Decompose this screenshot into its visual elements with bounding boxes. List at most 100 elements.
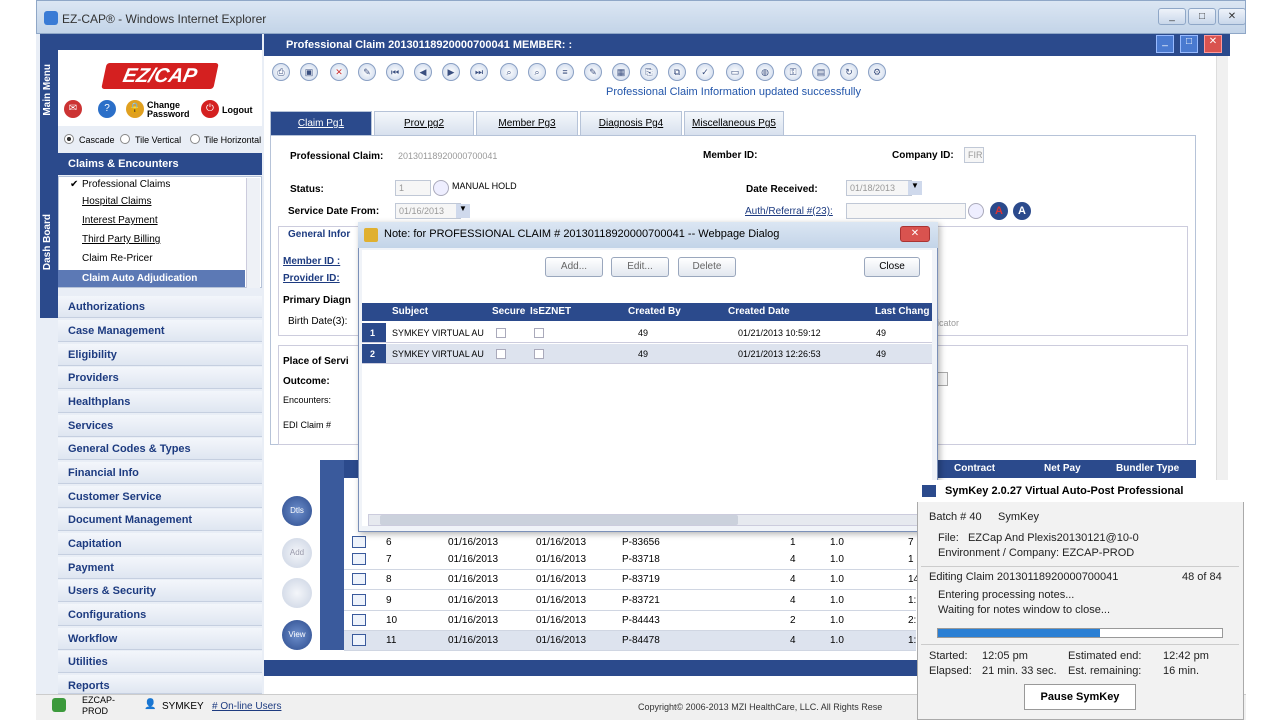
table-row[interactable]: 8 01/16/2013 01/16/2013 P-83719 4 1.0 14 [344,570,919,590]
nav-services[interactable]: Services [58,415,262,437]
notes-icon[interactable]: ✎ [584,63,602,81]
nav-providers[interactable]: Providers [58,367,262,389]
side-tab-strip[interactable]: Main Menu Dash Board [40,34,58,318]
close-window-button[interactable]: ✕ [1218,8,1246,25]
cascade-radio[interactable] [64,134,74,144]
member-id-link[interactable]: Member ID : [283,256,340,267]
auth-referral-link[interactable]: Auth/Referral #(23): [745,206,833,217]
secure-checkbox[interactable] [496,349,506,359]
previous-record-icon[interactable]: ◀ [414,63,432,81]
nav-configurations[interactable]: Configurations [58,604,262,626]
table-row[interactable]: 10 01/16/2013 01/16/2013 P-84443 2 1.0 2: [344,611,916,631]
nav-utilities[interactable]: Utilities [58,651,262,673]
add-note-button[interactable]: Add... [545,257,603,277]
dialog-close-icon[interactable]: ✕ [900,226,930,242]
status-field[interactable]: 1 [395,180,431,196]
table-row[interactable]: 9 01/16/2013 01/16/2013 P-83721 4 1.0 1: [344,591,916,611]
date-received-field[interactable]: 01/18/2013 [846,180,912,196]
secure-checkbox[interactable] [496,328,506,338]
check-icon[interactable]: ✓ [696,63,714,81]
nav-capitation[interactable]: Capitation [58,533,262,555]
col-bundler-type[interactable]: Bundler Type [1116,463,1179,474]
auth-lookup-icon[interactable] [968,203,984,219]
alert-icon[interactable]: ✉ [64,100,82,118]
date-received-dropdown-icon[interactable]: ▼ [908,181,922,195]
tile-vertical-radio[interactable] [120,134,130,144]
view-button[interactable]: View [282,620,312,650]
row-detail-icon[interactable] [352,634,366,646]
row-detail-icon[interactable] [352,614,366,626]
company-id-field[interactable]: FIR [964,147,984,163]
logout-link[interactable]: Logout [222,105,253,115]
submenu-hospital-claims[interactable]: Hospital Claims [82,196,151,207]
col-subject[interactable]: Subject [392,306,428,317]
submenu-interest-payment[interactable]: Interest Payment [82,215,158,226]
dialog-scroll-thumb[interactable] [380,515,738,525]
copy-icon[interactable]: ⧉ [668,63,686,81]
nav-financial-info[interactable]: Financial Info [58,462,262,484]
iseznet-checkbox[interactable] [534,328,544,338]
add-line-button[interactable]: Add [282,538,312,568]
close-frame-button[interactable]: ✕ [1204,35,1222,53]
nav-customer-service[interactable]: Customer Service [58,486,262,508]
edit-note-button[interactable]: Edit... [611,257,669,277]
list-icon[interactable]: ≡ [556,63,574,81]
pause-symkey-button[interactable]: Pause SymKey [1024,684,1136,710]
submenu-claim-auto-adjudication[interactable]: Claim Auto Adjudication [58,270,245,287]
details-button[interactable]: Dtls [282,496,312,526]
col-iseznet[interactable]: IsEZNET [530,306,571,317]
globe-icon[interactable]: ◍ [756,63,774,81]
note-row[interactable]: 2 SYMKEY VIRTUAL AU 49 01/21/2013 12:26:… [362,344,932,364]
submenu-professional-claims[interactable]: Professional Claims [82,179,170,190]
submenu-third-party-billing[interactable]: Third Party Billing [82,234,160,245]
note-row[interactable]: 1 SYMKEY VIRTUAL AU 49 01/21/2013 10:59:… [362,323,932,343]
tab-miscellaneous-pg5[interactable]: Miscellaneous Pg5 [684,111,784,135]
auth-a2-icon[interactable]: A [1013,202,1031,220]
minimize-window-button[interactable]: _ [1158,8,1186,25]
submenu-scrollbar[interactable] [246,178,260,288]
col-created-date[interactable]: Created Date [728,306,790,317]
iseznet-checkbox[interactable] [534,349,544,359]
minimize-frame-button[interactable]: _ [1156,35,1174,53]
nav-users-security[interactable]: Users & Security [58,580,262,602]
provider-id-link[interactable]: Provider ID: [283,273,340,284]
attach-icon[interactable]: ⎘ [640,63,658,81]
logout-icon[interactable]: ⏻ [201,100,219,118]
report-icon[interactable]: ▤ [812,63,830,81]
refresh-icon[interactable]: ↻ [840,63,858,81]
calendar-icon[interactable]: ▦ [612,63,630,81]
status-lookup-icon[interactable] [433,180,449,196]
next-record-icon[interactable]: ▶ [442,63,460,81]
restore-window-button[interactable]: □ [1188,8,1216,25]
first-record-icon[interactable]: ⏮ [386,63,404,81]
service-date-field[interactable]: 01/16/2013 [395,203,461,219]
print-line-icon[interactable] [282,578,312,608]
nav-case-management[interactable]: Case Management [58,320,262,342]
tab-claim-pg1[interactable]: Claim Pg1 [270,111,372,135]
main-menu-tab[interactable]: Main Menu [42,64,53,116]
tab-diagnosis-pg4[interactable]: Diagnosis Pg4 [580,111,682,135]
row-detail-icon[interactable] [352,594,366,606]
close-dialog-button[interactable]: Close [864,257,920,277]
col-net-pay[interactable]: Net Pay [1044,463,1081,474]
nav-general-codes-types[interactable]: General Codes & Types [58,438,262,460]
delete-note-button[interactable]: Delete [678,257,736,277]
col-last-changed[interactable]: Last Chang [875,306,929,317]
print-icon[interactable]: ⎙ [272,63,290,81]
online-users-link[interactable]: # On-line Users [212,701,281,712]
table-row[interactable]: 7 01/16/2013 01/16/2013 P-83718 4 1.0 1 [344,550,916,570]
row-detail-icon[interactable] [352,553,366,565]
nav-healthplans[interactable]: Healthplans [58,391,262,413]
help-icon[interactable]: ? [98,100,116,118]
col-contract[interactable]: Contract [954,463,995,474]
nav-reports[interactable]: Reports [58,675,262,694]
submenu-claim-repricer[interactable]: Claim Re-Pricer [82,253,153,264]
delete-icon[interactable]: ✕ [330,63,348,81]
save-icon[interactable]: ▣ [300,63,318,81]
row-detail-icon[interactable] [352,536,366,548]
section-claims-encounters[interactable]: Claims & Encounters [58,153,262,175]
tab-member-pg3[interactable]: Member Pg3 [476,111,578,135]
service-date-dropdown-icon[interactable]: ▼ [456,204,470,218]
maximize-frame-button[interactable]: □ [1180,35,1198,53]
edit-icon[interactable]: ✎ [358,63,376,81]
